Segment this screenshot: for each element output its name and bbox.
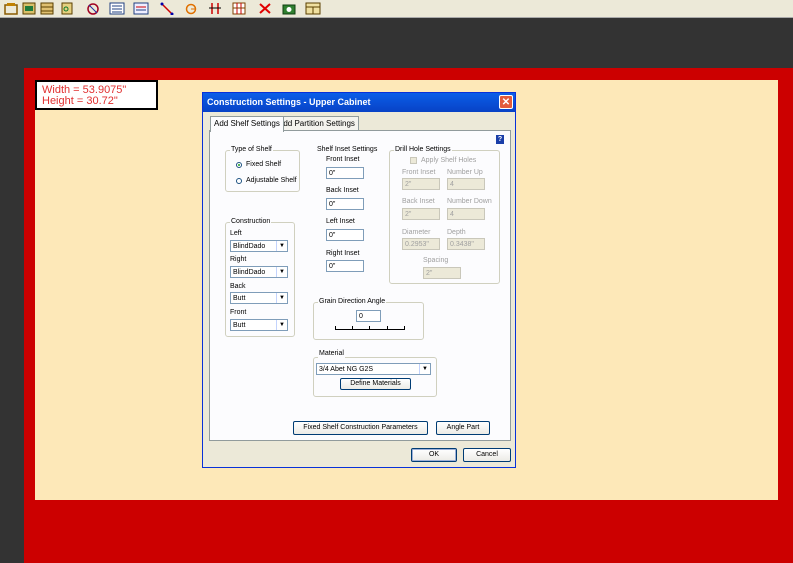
depth-input[interactable]: 0.3438" [447,238,485,250]
measure-icon[interactable] [158,0,176,16]
shelf-inset-settings-label: Shelf Inset Settings [317,146,378,153]
material-value: 3/4 Abet NG G2S [319,366,374,373]
ok-button[interactable]: OK [411,448,457,462]
drill-back-inset-input[interactable]: 2" [402,208,440,220]
apply-shelf-holes-label: Apply Shelf Holes [421,157,477,164]
type-of-shelf-label: Type of Shelf [230,146,273,154]
back-construction-value: Butt [233,295,246,302]
dialog-title: Construction Settings - Upper Cabinet [207,97,371,107]
slider-tick [369,326,370,329]
construction-label: Construction [230,218,272,226]
cabinet-icon[interactable] [2,0,20,16]
front-inset-label: Front Inset [326,156,360,163]
drill-back-inset-label: Back Inset [402,198,435,205]
spacing-label: Spacing [423,257,449,264]
door-icon[interactable] [58,0,76,16]
fixed-shelf-construction-parameters-button[interactable]: Fixed Shelf Construction Parameters [293,421,428,435]
slider-tick [404,326,405,329]
right-construction-value: BlindDado [233,269,266,276]
number-down-input[interactable]: 4 [447,208,485,220]
fixed-shelf-radio[interactable] [236,162,242,168]
rotate-icon[interactable] [182,0,200,16]
right-inset-input[interactable]: 0" [326,260,364,272]
tab-add-partition-settings[interactable]: Add Partition Settings [274,116,359,131]
adjustable-shelf-label: Adjustable Shelf [246,177,297,184]
grain-direction-label: Grain Direction Angle [318,298,387,306]
chevron-down-icon: ▼ [276,293,287,303]
front-construction-select[interactable]: Butt ▼ [230,319,288,331]
back-construction-select[interactable]: Butt ▼ [230,292,288,304]
drill-hole-settings-label: Drill Hole Settings [394,146,452,154]
material-select[interactable]: 3/4 Abet NG G2S ▼ [316,363,431,375]
apply-shelf-holes-checkbox[interactable] [410,157,417,164]
diameter-input[interactable]: 0.2953" [402,238,440,250]
left-construction-select[interactable]: BlindDado ▼ [230,240,288,252]
delete-icon[interactable] [256,0,274,16]
cabinet-bottom-rail [35,503,778,513]
layout-icon[interactable] [304,0,322,16]
back-label: Back [230,283,246,290]
number-up-input[interactable]: 4 [447,178,485,190]
back-inset-input[interactable]: 0" [326,198,364,210]
number-down-label: Number Down [447,198,492,205]
cabinet-left-leg [24,513,35,563]
chevron-down-icon: ▼ [276,320,287,330]
diameter-label: Diameter [402,229,431,236]
part-list-icon[interactable] [132,0,150,16]
chevron-down-icon: ▼ [276,241,287,251]
drill-front-inset-label: Front Inset [402,169,436,176]
front-construction-value: Butt [233,322,246,329]
spacing-input[interactable]: 2" [423,267,461,279]
angle-part-button[interactable]: Angle Part [436,421,490,435]
chevron-down-icon: ▼ [276,267,287,277]
slider-tick [335,326,336,329]
left-inset-label: Left Inset [326,218,355,225]
grain-angle-slider[interactable] [335,329,405,330]
stack-icon[interactable] [38,0,56,16]
grain-angle-input[interactable]: 0 [356,310,381,322]
back-inset-label: Back Inset [326,187,359,194]
grid-icon[interactable] [230,0,248,16]
dialog-titlebar[interactable]: Construction Settings - Upper Cabinet ✕ [203,93,515,112]
right-label: Right [230,256,247,263]
cancel-button[interactable]: Cancel [463,448,511,462]
close-button[interactable]: ✕ [499,95,513,109]
drawer-icon[interactable] [20,0,38,16]
help-icon[interactable]: ? [496,135,504,144]
fixed-shelf-label: Fixed Shelf [246,161,282,168]
depth-label: Depth [447,229,466,236]
type-of-shelf-group [225,150,300,192]
camera-icon[interactable] [280,0,298,16]
front-inset-input[interactable]: 0" [326,167,364,179]
toolbar [0,0,793,18]
tab-add-shelf-settings[interactable]: Add Shelf Settings [210,116,284,132]
define-materials-button[interactable]: Define Materials [340,378,411,390]
split-icon[interactable] [206,0,224,16]
height-readout: Height = 30.72" [42,95,118,107]
left-inset-input[interactable]: 0" [326,229,364,241]
left-construction-value: BlindDado [233,243,266,250]
slider-tick [352,326,353,329]
drill-front-inset-input[interactable]: 2" [402,178,440,190]
material-label: Material [318,350,345,358]
front-label: Front [230,309,247,316]
chevron-down-icon: ▼ [419,364,430,374]
right-inset-label: Right Inset [326,250,360,257]
list-icon[interactable] [108,0,126,16]
cabinet-right-leg [778,513,789,563]
number-up-label: Number Up [447,169,483,176]
dimension-readout: Width = 53.9075" Height = 30.72" [35,80,158,110]
left-label: Left [230,230,242,237]
right-construction-select[interactable]: BlindDado ▼ [230,266,288,278]
settings-icon[interactable] [84,0,102,16]
construction-settings-dialog: Construction Settings - Upper Cabinet ✕ … [202,92,516,468]
slider-tick [387,326,388,329]
adjustable-shelf-radio[interactable] [236,178,242,184]
